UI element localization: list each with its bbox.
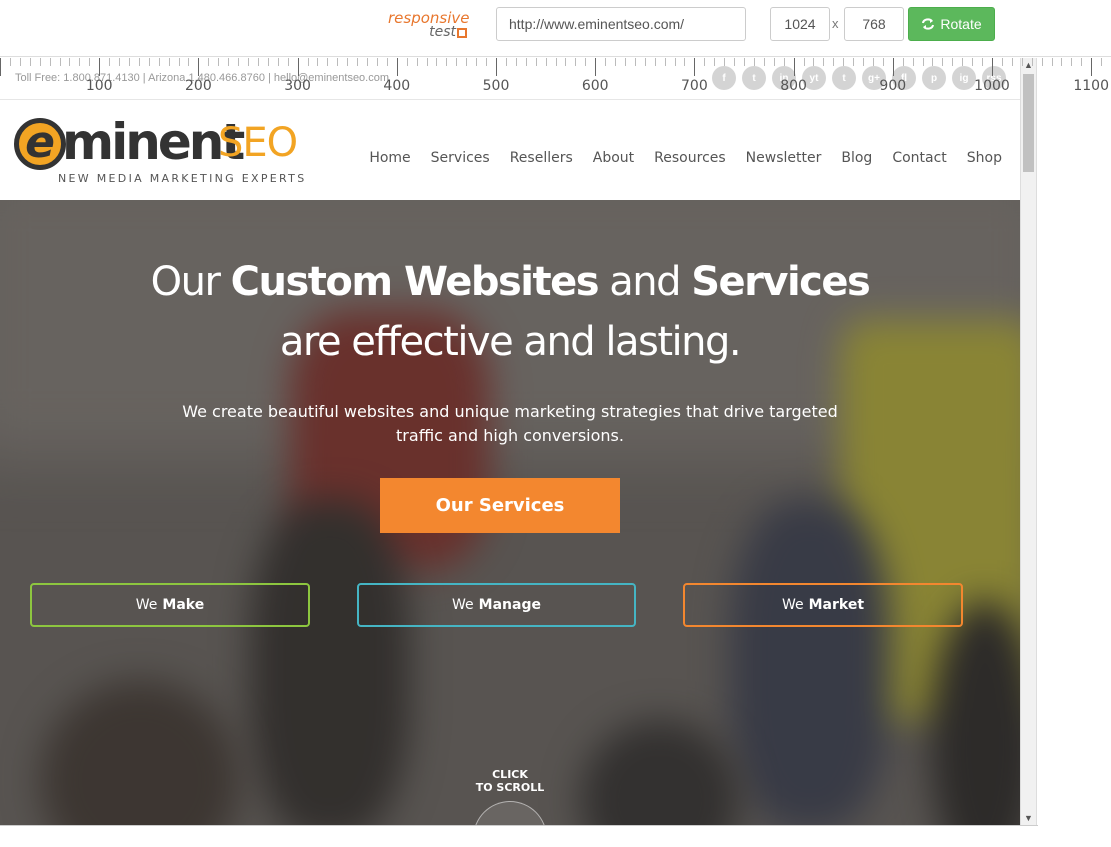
we-make-button[interactable]: We Make xyxy=(30,583,310,627)
pinterest-icon[interactable]: p xyxy=(922,66,946,90)
contact-info: Toll Free: 1.800.871.4130 | Arizona 1.48… xyxy=(15,72,390,84)
nav-shop[interactable]: Shop xyxy=(957,150,1012,166)
pill-market: Market xyxy=(808,597,865,613)
logo-line-2-text: test xyxy=(429,24,456,40)
our-services-button[interactable]: Our Services xyxy=(380,478,620,533)
ruler-tick xyxy=(1101,58,1103,66)
hero-heading-line-1: Our Custom Websites and Services xyxy=(0,258,1020,306)
site-topbar: Toll Free: 1.800.871.4130 | Arizona 1.48… xyxy=(0,58,1020,100)
ruler-tick xyxy=(1081,58,1083,66)
nav-home[interactable]: Home xyxy=(359,150,420,166)
tester-toolbar: responsive test x Rotate xyxy=(0,0,1111,57)
click-to-scroll-label[interactable]: Click to scroll xyxy=(460,768,560,794)
nav-about[interactable]: About xyxy=(583,150,644,166)
height-input[interactable] xyxy=(844,7,904,41)
we-market-button[interactable]: We Market xyxy=(683,583,963,627)
flickr-icon[interactable]: fl xyxy=(892,66,916,90)
eminentseo-logo[interactable]: e minent SEO NEW MEDIA MARKETING EXPERTS xyxy=(14,113,307,185)
scrollbar-thumb[interactable] xyxy=(1023,74,1034,172)
logo-wordmark: minent xyxy=(62,113,245,171)
pill-make: Make xyxy=(162,597,205,613)
logo-e-mark: e xyxy=(14,118,66,170)
hero-lead: We create beautiful websites and unique … xyxy=(182,402,838,445)
rotate-button[interactable]: Rotate xyxy=(908,7,995,41)
nav-services[interactable]: Services xyxy=(421,150,500,166)
scroll-line-1: Click xyxy=(492,768,528,781)
scroll-down-arrow[interactable]: ▼ xyxy=(1024,813,1033,823)
nav-newsletter[interactable]: Newsletter xyxy=(736,150,832,166)
google-plus-icon[interactable]: g+ xyxy=(862,66,886,90)
ruler-tick xyxy=(1041,58,1043,66)
nav-blog[interactable]: Blog xyxy=(831,150,882,166)
ruler-tick xyxy=(1051,58,1053,66)
heading-bold-1: Custom Websites xyxy=(230,259,600,305)
heading-text-2: and xyxy=(598,259,692,305)
instagram-icon[interactable]: ig xyxy=(952,66,976,90)
nav-resellers[interactable]: Resellers xyxy=(500,150,583,166)
scroll-line-2: to scroll xyxy=(475,781,545,794)
hero-content: Our Custom Websites and Services are eff… xyxy=(0,200,1020,825)
facebook-icon[interactable]: f xyxy=(712,66,736,90)
scroll-up-arrow[interactable]: ▲ xyxy=(1024,60,1033,70)
dimension-separator: x xyxy=(832,16,839,31)
width-input[interactable] xyxy=(770,7,830,41)
logo-line-1: responsive xyxy=(388,9,470,27)
responsive-test-logo: responsive test xyxy=(388,9,470,41)
twitter-icon[interactable]: t xyxy=(742,66,766,90)
rotate-icon xyxy=(922,18,935,30)
url-input[interactable] xyxy=(496,7,746,41)
logo-line-2: test xyxy=(388,25,468,39)
ruler-label: 1100 xyxy=(1073,78,1110,94)
site-header: e minent SEO NEW MEDIA MARKETING EXPERTS… xyxy=(0,100,1020,200)
site-viewport: Toll Free: 1.800.871.4130 | Arizona 1.48… xyxy=(0,58,1020,825)
tumblr-icon[interactable]: t xyxy=(832,66,856,90)
rss-icon[interactable]: rss xyxy=(982,66,1006,90)
pill-we: We xyxy=(452,597,474,613)
linkedin-icon[interactable]: in xyxy=(772,66,796,90)
logo-seo: SEO xyxy=(218,120,298,166)
we-manage-button[interactable]: We Manage xyxy=(357,583,636,627)
logo-tagline: NEW MEDIA MARKETING EXPERTS xyxy=(58,172,307,185)
scroll-down-button[interactable] xyxy=(473,801,547,825)
heading-bold-2: Services xyxy=(691,259,871,305)
viewport-bottom-border xyxy=(0,825,1038,826)
pill-we: We xyxy=(781,597,804,613)
main-nav: Home Services Resellers About Resources … xyxy=(359,150,1012,166)
pill-manage: Manage xyxy=(478,597,541,613)
ruler-tick xyxy=(1071,58,1073,66)
ruler-tick xyxy=(1061,58,1063,66)
ruler-tick xyxy=(1091,58,1093,76)
rotate-label: Rotate xyxy=(940,16,982,32)
youtube-icon[interactable]: yt xyxy=(802,66,826,90)
heading-text-1: Our xyxy=(150,259,231,305)
nav-contact[interactable]: Contact xyxy=(882,150,956,166)
hero-section: Our Custom Websites and Services are eff… xyxy=(0,200,1020,825)
viewport-scrollbar[interactable]: ▲ ▼ xyxy=(1020,58,1037,825)
pill-we: We xyxy=(135,597,158,613)
hero-heading-line-2: are effective and lasting. xyxy=(279,319,742,365)
nav-resources[interactable]: Resources xyxy=(644,150,736,166)
square-icon xyxy=(457,28,467,38)
social-icons: f t in yt t g+ fl p ig rss xyxy=(712,66,1006,90)
